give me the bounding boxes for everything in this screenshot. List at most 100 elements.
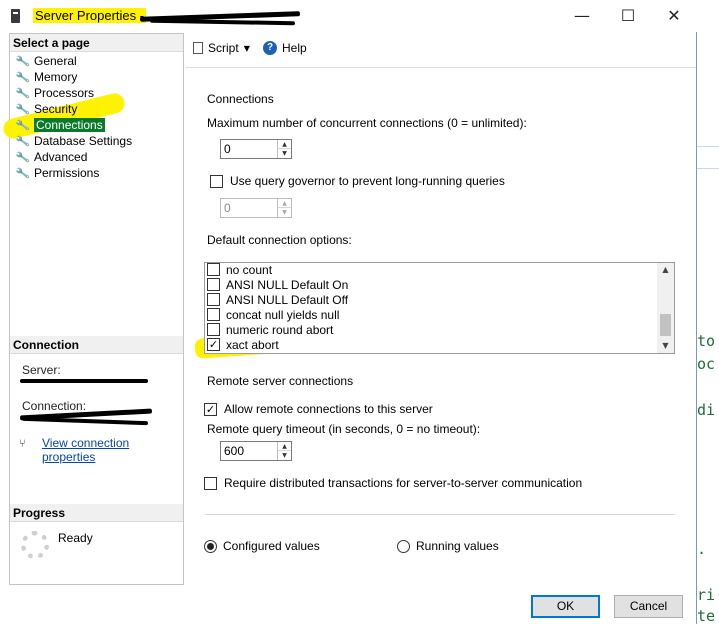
page-item-permissions[interactable]: 🔧 Permissions — [14, 165, 100, 181]
connections-section-label: Connections — [207, 92, 274, 106]
check-icon: ✓ — [205, 403, 216, 416]
option-ansi-null-off[interactable]: ANSI NULL Default Off — [207, 292, 348, 307]
wrench-icon: 🔧 — [14, 165, 31, 181]
query-governor-label: Use query governor to prevent long-runni… — [230, 174, 505, 188]
wrench-icon: 🔧 — [14, 69, 31, 85]
remote-section-label: Remote server connections — [207, 374, 354, 388]
scroll-down-icon[interactable]: ▼ — [657, 339, 674, 353]
option-numeric-round-abort[interactable]: numeric round abort — [207, 322, 333, 337]
page-item-label: Advanced — [34, 150, 88, 164]
title-bar[interactable]: Server Properties - — ☐ ✕ — [0, 0, 697, 32]
script-button[interactable]: Script ▼ — [193, 41, 250, 55]
option-checkbox[interactable] — [207, 323, 220, 336]
query-governor-checkbox[interactable] — [210, 175, 223, 188]
page-item-security[interactable]: 🔧 Security — [14, 101, 77, 117]
remote-timeout-stepper[interactable]: 600 ▲ ▼ — [220, 441, 292, 461]
page-item-processors[interactable]: 🔧 Processors — [15, 85, 95, 101]
chevron-down-icon[interactable]: ▼ — [244, 44, 250, 53]
query-governor-value: 0 — [224, 201, 231, 215]
default-connection-options-list[interactable]: no count ANSI NULL Default On ANSI NULL … — [204, 262, 675, 354]
server-label: Server: — [22, 363, 61, 377]
close-button[interactable]: ✕ — [652, 0, 696, 32]
running-values-radio[interactable] — [397, 540, 410, 553]
options-scrollbar[interactable]: ▲ ▼ — [657, 263, 674, 353]
divider — [205, 514, 675, 515]
page-item-connections[interactable]: 🔧 Connections — [14, 117, 105, 133]
script-label: Script — [208, 41, 239, 55]
progress-status: Ready — [58, 531, 93, 545]
page-item-database-settings[interactable]: 🔧 Database Settings — [14, 133, 132, 149]
option-concat-null[interactable]: concat null yields null — [207, 307, 339, 322]
option-label: ANSI NULL Default Off — [226, 292, 349, 307]
page-item-label: Processors — [34, 86, 95, 100]
editor-line: ri — [697, 586, 716, 604]
configured-values-radio[interactable] — [204, 540, 217, 553]
page-item-label: Connections — [34, 118, 105, 132]
allow-remote-checkbox[interactable]: ✓ — [204, 403, 217, 416]
progress-heading: Progress — [10, 504, 183, 522]
wrench-icon: 🔧 — [14, 117, 31, 133]
option-checkbox[interactable] — [207, 293, 220, 306]
wrench-icon: 🔧 — [14, 133, 31, 149]
max-connections-stepper[interactable]: 0 ▲ ▼ — [220, 139, 292, 159]
redaction-scribble — [20, 379, 148, 383]
scrollbar-thumb[interactable] — [660, 314, 671, 336]
editor-line: di — [697, 401, 716, 419]
view-connection-properties-link[interactable]: View connection properties — [42, 436, 183, 464]
stepper-buttons[interactable]: ▲ ▼ — [277, 442, 291, 460]
editor-line: oc — [697, 355, 716, 373]
page-item-general[interactable]: 🔧 General — [15, 53, 77, 69]
page-item-label: Permissions — [34, 166, 100, 180]
up-arrow-icon[interactable]: ▲ — [278, 442, 291, 451]
redaction-scribble — [149, 18, 296, 26]
option-checkbox[interactable] — [207, 278, 220, 291]
up-arrow-icon[interactable]: ▲ — [278, 199, 291, 208]
window-title: Server Properties - — [33, 8, 147, 23]
stepper-buttons[interactable]: ▲ ▼ — [277, 199, 291, 217]
option-no-count[interactable]: no count — [207, 262, 273, 277]
ok-button[interactable]: OK — [531, 595, 600, 618]
wrench-icon: 🔧 — [14, 149, 31, 165]
page-item-advanced[interactable]: 🔧 Advanced — [14, 149, 88, 165]
allow-remote-label: Allow remote connections to this server — [224, 402, 433, 416]
option-ansi-null-on[interactable]: ANSI NULL Default On — [207, 277, 348, 292]
connection-label: Connection: — [22, 399, 87, 413]
connection-heading: Connection — [10, 336, 183, 354]
server-icon — [11, 9, 20, 23]
server-properties-dialog: Server Properties - — ☐ ✕ Select a page … — [0, 0, 697, 624]
cancel-button[interactable]: Cancel — [614, 595, 683, 618]
window-title-label: Server Properties - — [33, 8, 147, 23]
editor-line: to — [697, 332, 716, 350]
help-icon: ? — [263, 41, 277, 55]
distributed-transactions-checkbox[interactable] — [204, 477, 217, 490]
page-item-memory[interactable]: 🔧 Memory — [14, 69, 78, 85]
connection-properties-icon: ⑂ — [19, 437, 26, 450]
up-arrow-icon[interactable]: ▲ — [278, 140, 291, 149]
down-arrow-icon[interactable]: ▼ — [278, 208, 291, 217]
scroll-up-icon[interactable]: ▲ — [657, 263, 674, 277]
default-options-label: Default connection options: — [207, 233, 352, 247]
down-arrow-icon[interactable]: ▼ — [278, 451, 291, 460]
running-values-label: Running values — [416, 539, 499, 553]
option-xact-abort[interactable]: ✓ xact abort — [207, 337, 279, 352]
progress-spinner-icon — [21, 531, 49, 559]
down-arrow-icon[interactable]: ▼ — [278, 149, 291, 158]
left-pane: Select a page 🔧 General 🔧 Memory 🔧 Proce… — [1, 33, 184, 585]
help-button[interactable]: ? Help — [263, 41, 307, 55]
query-governor-stepper[interactable]: 0 ▲ ▼ — [220, 198, 292, 218]
stepper-buttons[interactable]: ▲ ▼ — [277, 140, 291, 158]
maximize-button[interactable]: ☐ — [606, 0, 650, 32]
distributed-transactions-label: Require distributed transactions for ser… — [224, 476, 583, 490]
option-checkbox[interactable] — [207, 308, 220, 321]
remote-timeout-value: 600 — [224, 444, 245, 458]
minimize-button[interactable]: — — [560, 0, 604, 32]
check-icon[interactable]: ✓ — [207, 338, 220, 351]
option-label: xact abort — [226, 337, 279, 352]
page-item-label: Memory — [34, 70, 78, 84]
wrench-icon: 🔧 — [14, 101, 31, 117]
option-checkbox[interactable] — [207, 263, 220, 276]
option-label: no count — [226, 262, 273, 277]
configured-values-label: Configured values — [223, 539, 320, 553]
max-connections-label: Maximum number of concurrent connections… — [207, 116, 527, 130]
connections-page: Connections Maximum number of concurrent… — [185, 67, 696, 585]
